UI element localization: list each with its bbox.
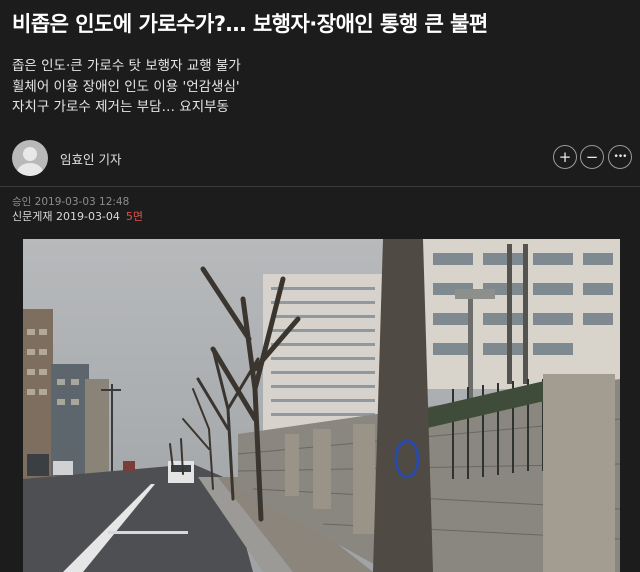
zoom-in-button[interactable]: + bbox=[553, 145, 577, 169]
street-photo-illustration bbox=[23, 239, 620, 572]
avatar-body-icon bbox=[17, 163, 43, 176]
summary-line: 자치구 가로수 제거는 부담… 요지부동 bbox=[12, 99, 229, 115]
print-info: 신문게재 2019-03-04 5면 bbox=[12, 208, 143, 224]
avatar-head-icon bbox=[23, 147, 37, 161]
summary-line: 좁은 인도·큰 가로수 탓 보행자 교행 불가 bbox=[12, 58, 241, 74]
more-options-button[interactable]: ••• bbox=[608, 145, 632, 169]
summary-line: 휠체어 이용 장애인 인도 이용 '언감생심' bbox=[12, 78, 240, 95]
author-row: 임효인 기자 + − ••• bbox=[12, 138, 632, 178]
author-name[interactable]: 임효인 기자 bbox=[60, 149, 121, 168]
article-photo bbox=[23, 239, 620, 572]
approval-timestamp: 승인 2019-03-03 12:48 bbox=[12, 196, 130, 208]
article-headline: 비좁은 인도에 가로수가?… 보행자·장애인 통행 큰 불편 bbox=[12, 12, 488, 36]
article-summary: 좁은 인도·큰 가로수 탓 보행자 교행 불가 휠체어 이용 장애인 인도 이용… bbox=[12, 56, 622, 118]
zoom-out-button[interactable]: − bbox=[580, 145, 604, 169]
divider bbox=[0, 186, 640, 187]
print-page: 5면 bbox=[125, 210, 144, 223]
print-date: 신문게재 2019-03-04 bbox=[12, 210, 120, 223]
avatar[interactable] bbox=[12, 140, 48, 176]
